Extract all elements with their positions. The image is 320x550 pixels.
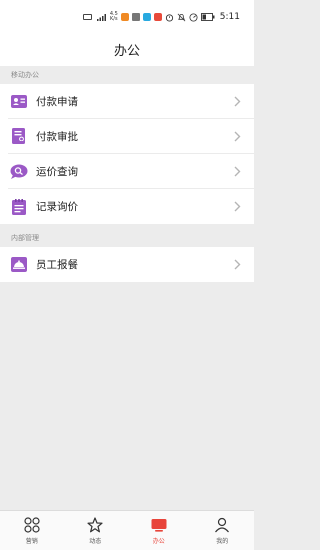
menu-item-label: 运价查询 bbox=[36, 166, 78, 178]
app-icon-2 bbox=[131, 13, 140, 21]
page-title: 办公 bbox=[113, 43, 140, 59]
chevron-right-icon bbox=[234, 201, 241, 212]
clock: 5:11 bbox=[219, 12, 240, 22]
hd-icon bbox=[82, 14, 92, 20]
status-bar: 4.5 K/s 5:11 bbox=[0, 0, 254, 32]
tab-office[interactable]: 办公 bbox=[127, 511, 191, 550]
menu-item-staff-meal[interactable]: 员工报餐 bbox=[0, 247, 254, 282]
page-header: 办公 bbox=[0, 32, 254, 66]
tab-label: 动态 bbox=[89, 538, 102, 545]
bottom-tab-bar: 营销 动态 办公 我的 bbox=[0, 510, 254, 550]
tab-label: 我的 bbox=[216, 538, 229, 545]
tab-label: 营销 bbox=[25, 538, 38, 545]
signal-4g-icon bbox=[96, 14, 106, 21]
approval-icon bbox=[10, 128, 28, 146]
section-label-mobile-office: 移动办公 bbox=[0, 66, 254, 84]
app-icon-3 bbox=[142, 13, 151, 21]
battery-icon bbox=[200, 13, 215, 21]
app-notification-icons bbox=[120, 13, 129, 21]
chevron-right-icon bbox=[234, 96, 241, 107]
meal-cloche-icon bbox=[10, 256, 28, 274]
tab-profile[interactable]: 我的 bbox=[191, 511, 255, 550]
menu-item-record-inquiry[interactable]: 记录询价 bbox=[0, 189, 254, 224]
star-icon bbox=[87, 517, 103, 533]
monitor-icon bbox=[151, 519, 167, 532]
grid-icon bbox=[24, 517, 40, 533]
notepad-icon bbox=[10, 198, 28, 216]
id-card-icon bbox=[10, 93, 28, 111]
person-icon bbox=[215, 517, 230, 533]
menu-item-label: 付款申请 bbox=[36, 96, 78, 108]
tab-feed[interactable]: 动态 bbox=[64, 511, 128, 550]
menu-item-rate-query[interactable]: 运价查询 bbox=[0, 154, 254, 189]
mute-icon bbox=[177, 13, 186, 21]
menu-item-label: 员工报餐 bbox=[36, 259, 78, 271]
app-icon-4 bbox=[153, 13, 162, 21]
section-label-internal-management: 内部管理 bbox=[0, 229, 254, 247]
alarm-icon bbox=[165, 13, 173, 22]
chevron-right-icon bbox=[234, 166, 241, 177]
menu-item-payment-approval[interactable]: 付款审批 bbox=[0, 119, 254, 154]
menu-item-payment-request[interactable]: 付款申请 bbox=[0, 84, 254, 119]
speed-icon bbox=[189, 12, 198, 22]
chevron-right-icon bbox=[234, 259, 241, 270]
tab-label: 办公 bbox=[152, 538, 165, 545]
menu-item-label: 记录询价 bbox=[36, 201, 78, 213]
network-speed: 4.5 K/s bbox=[109, 11, 118, 22]
tab-marketing[interactable]: 营销 bbox=[0, 511, 64, 550]
chat-search-icon bbox=[10, 163, 28, 181]
menu-item-label: 付款审批 bbox=[36, 131, 78, 143]
chevron-right-icon bbox=[234, 131, 241, 142]
